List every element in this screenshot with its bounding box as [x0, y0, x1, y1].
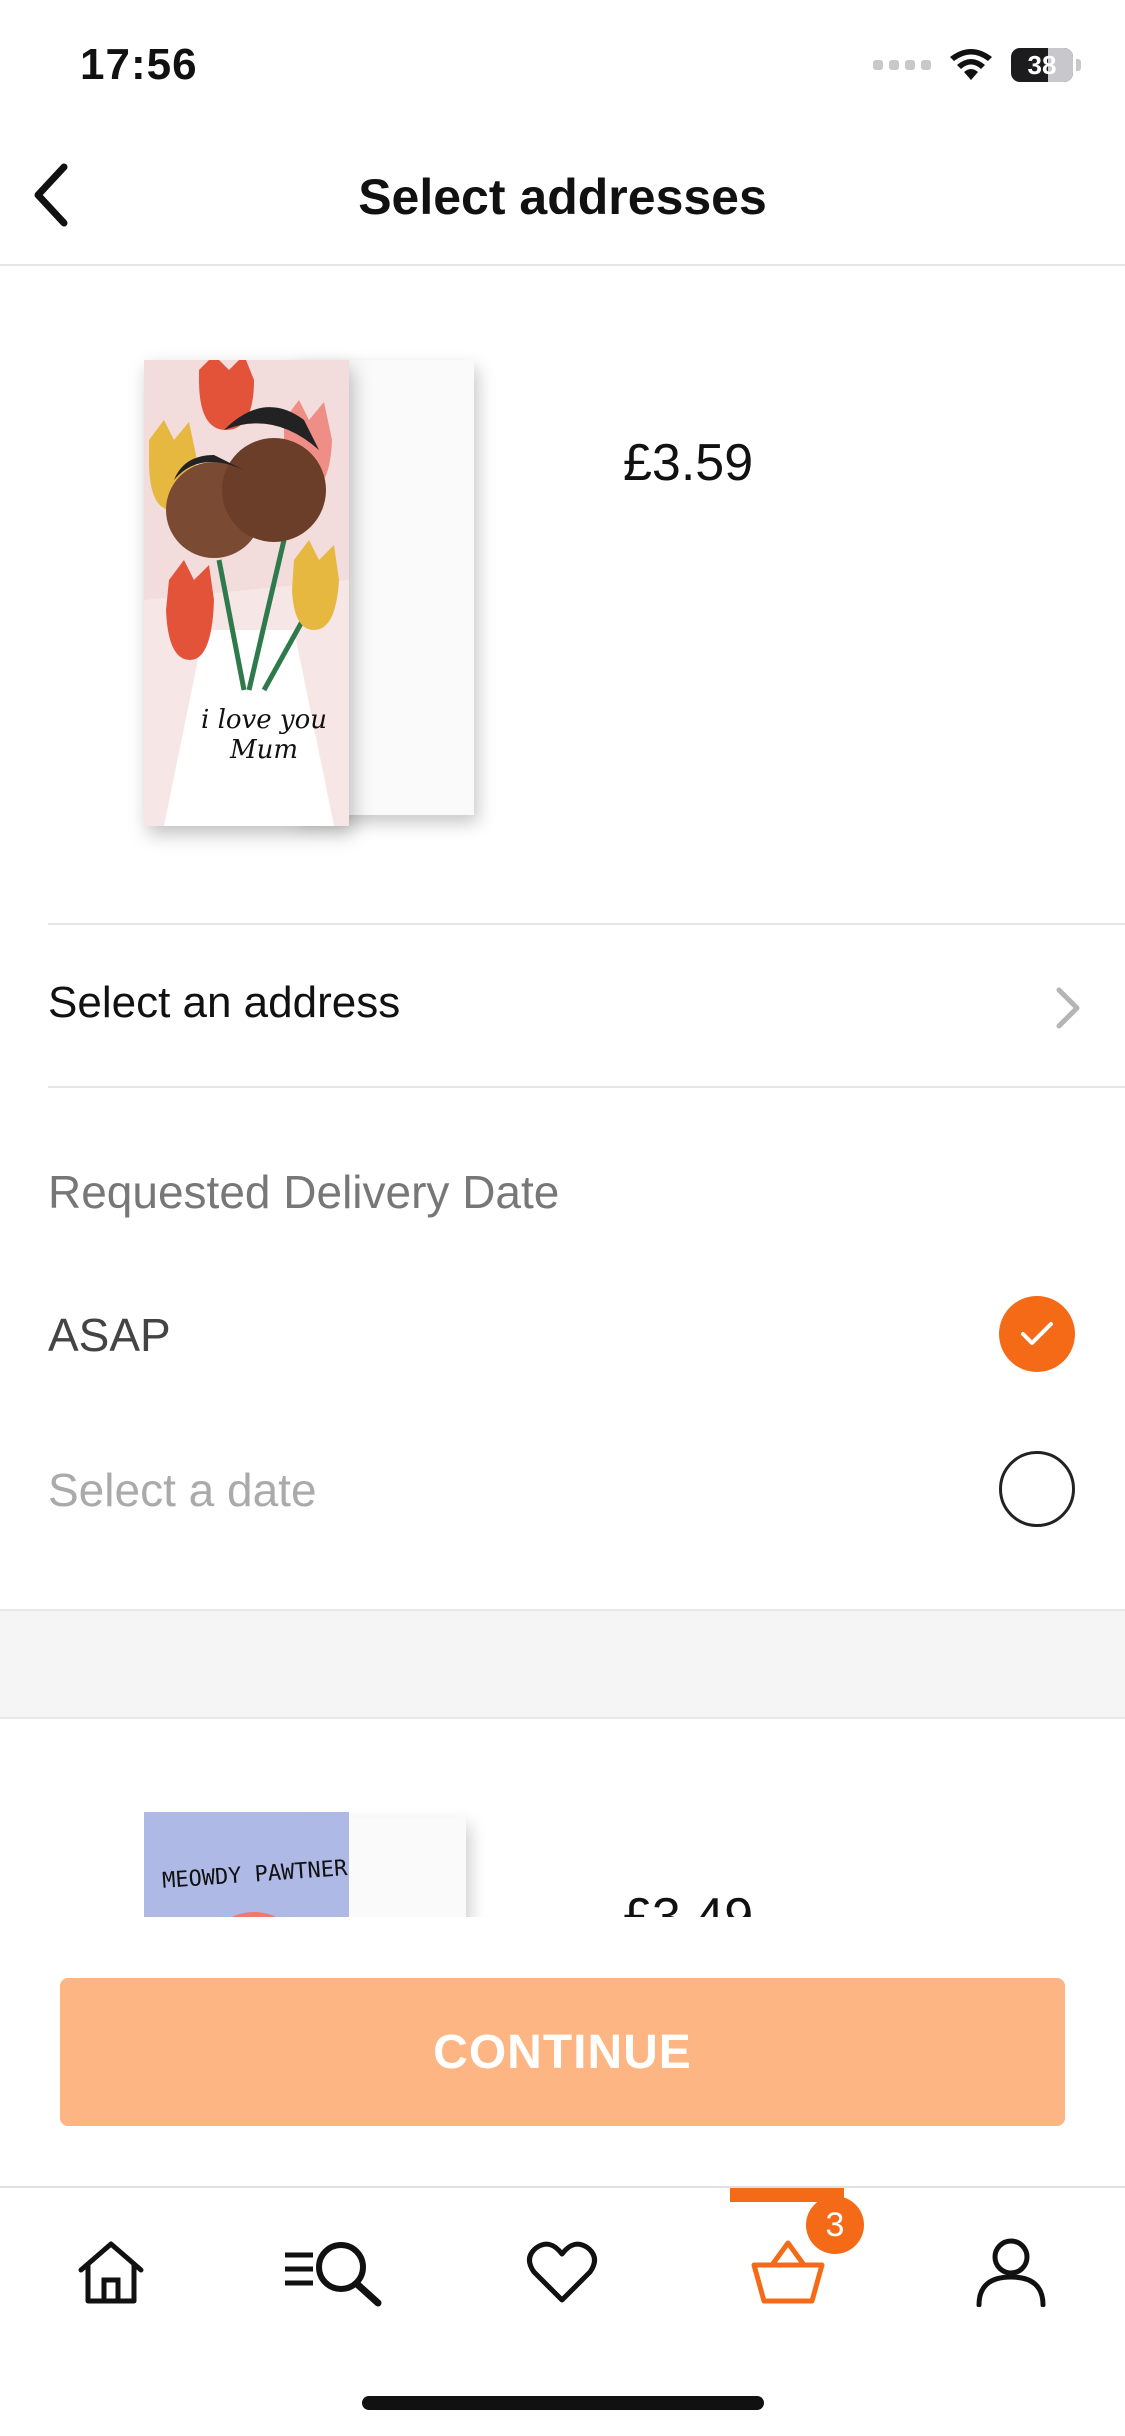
- divider: [48, 923, 1125, 925]
- home-icon: [78, 2241, 144, 2304]
- battery-icon: 38: [1011, 48, 1073, 82]
- tab-bar-divider: [0, 2186, 1125, 2188]
- wifi-icon: [950, 49, 992, 80]
- item-price: £3.59: [623, 434, 754, 492]
- card-cover: i love you Mum: [144, 360, 349, 826]
- basket-icon: [751, 2240, 825, 2304]
- select-address-row[interactable]: Select an address: [48, 978, 400, 1028]
- item-price: £3.49: [623, 1888, 754, 1917]
- divider: [48, 1086, 1125, 1088]
- status-time: 17:56: [80, 40, 198, 89]
- card-cover: MEOWDY PAWTNER!: [144, 1812, 349, 1917]
- checkmark-icon: [1021, 1322, 1053, 1345]
- tab-favourites[interactable]: [507, 2222, 617, 2322]
- card-text-line-2: Mum: [229, 735, 299, 765]
- second-item[interactable]: MEOWDY PAWTNER! £3.49: [0, 1717, 1125, 1917]
- asap-option-label[interactable]: ASAP: [48, 1308, 171, 1362]
- home-indicator: [362, 2396, 764, 2410]
- chevron-right-icon[interactable]: [1055, 986, 1081, 1035]
- section-separator: [0, 1609, 1125, 1719]
- card-thumbnail[interactable]: i love you Mum: [144, 360, 474, 830]
- card-text-line-1: i love you: [201, 705, 327, 735]
- continue-button[interactable]: CONTINUE: [60, 1978, 1065, 2126]
- select-date-radio[interactable]: [999, 1451, 1075, 1527]
- heart-icon: [527, 2241, 597, 2303]
- tab-home[interactable]: [56, 2222, 166, 2322]
- account-icon: [976, 2238, 1046, 2307]
- battery-level: 38: [1027, 49, 1057, 80]
- cellular-signal-icon: [873, 60, 931, 70]
- basket-count-badge: 3: [806, 2196, 864, 2254]
- tab-browse[interactable]: [280, 2222, 390, 2322]
- select-date-option-label[interactable]: Select a date: [48, 1463, 317, 1517]
- menu-search-icon: [285, 2242, 382, 2307]
- tab-account[interactable]: [956, 2222, 1066, 2322]
- delivery-date-heading: Requested Delivery Date: [48, 1166, 560, 1218]
- status-icons: 38: [873, 48, 1081, 82]
- asap-radio[interactable]: [999, 1296, 1075, 1372]
- page-title: Select addresses: [358, 169, 767, 225]
- card-text: MEOWDY PAWTNER!: [161, 1855, 349, 1894]
- header-divider: [0, 264, 1125, 266]
